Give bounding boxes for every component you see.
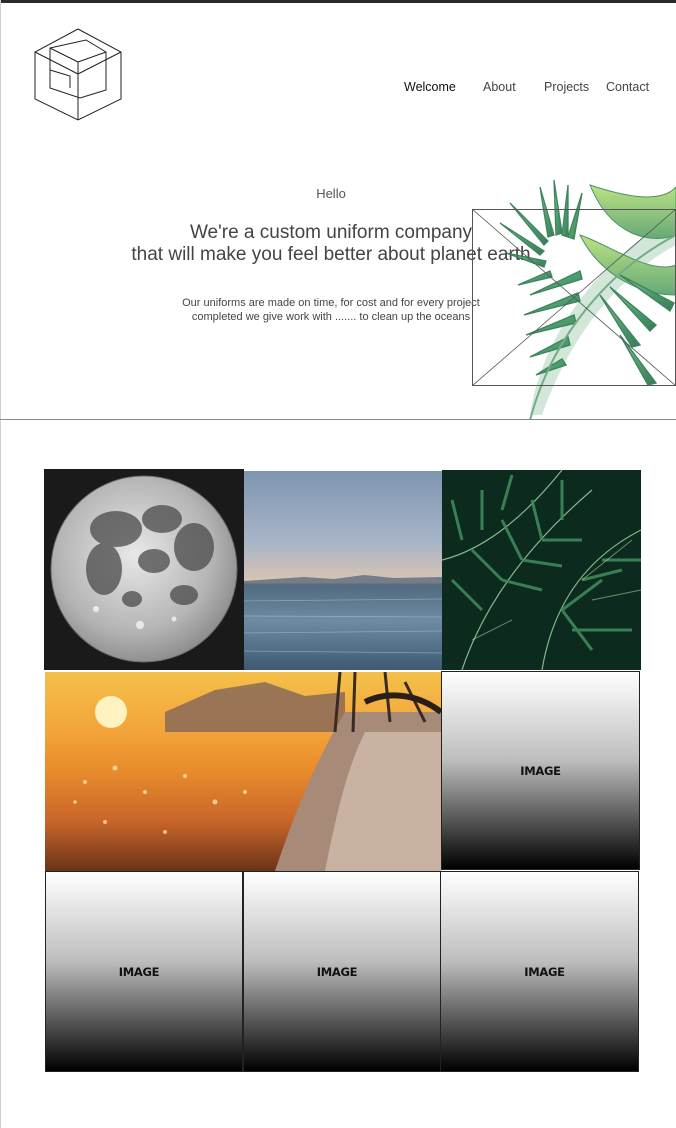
hero-image-placeholder [472,209,676,386]
nav-projects[interactable]: Projects [544,80,589,94]
gallery-sunset-boat-image[interactable] [45,672,441,871]
gallery-moon-image[interactable] [44,469,244,670]
section-divider [0,419,676,420]
gallery-image-placeholder-3[interactable]: IMAGE [243,871,441,1072]
nav-contact[interactable]: Contact [606,80,649,94]
gallery-palm-image[interactable] [442,470,641,670]
gallery-sea-image[interactable] [244,471,442,670]
nav-welcome[interactable]: Welcome [404,80,456,94]
cube-logo-icon[interactable] [30,26,126,122]
gallery-image-placeholder-2[interactable]: IMAGE [45,871,243,1072]
image-placeholder-label: IMAGE [118,964,160,979]
nav-about[interactable]: About [483,80,516,94]
gallery-image-placeholder-1[interactable]: IMAGE [441,671,640,870]
image-placeholder-label: IMAGE [316,964,358,979]
image-placeholder-label: IMAGE [520,763,561,778]
moon-icon [50,475,238,663]
top-border [0,0,676,3]
image-placeholder-label: IMAGE [524,964,565,979]
gallery-image-placeholder-4[interactable]: IMAGE [440,871,639,1072]
